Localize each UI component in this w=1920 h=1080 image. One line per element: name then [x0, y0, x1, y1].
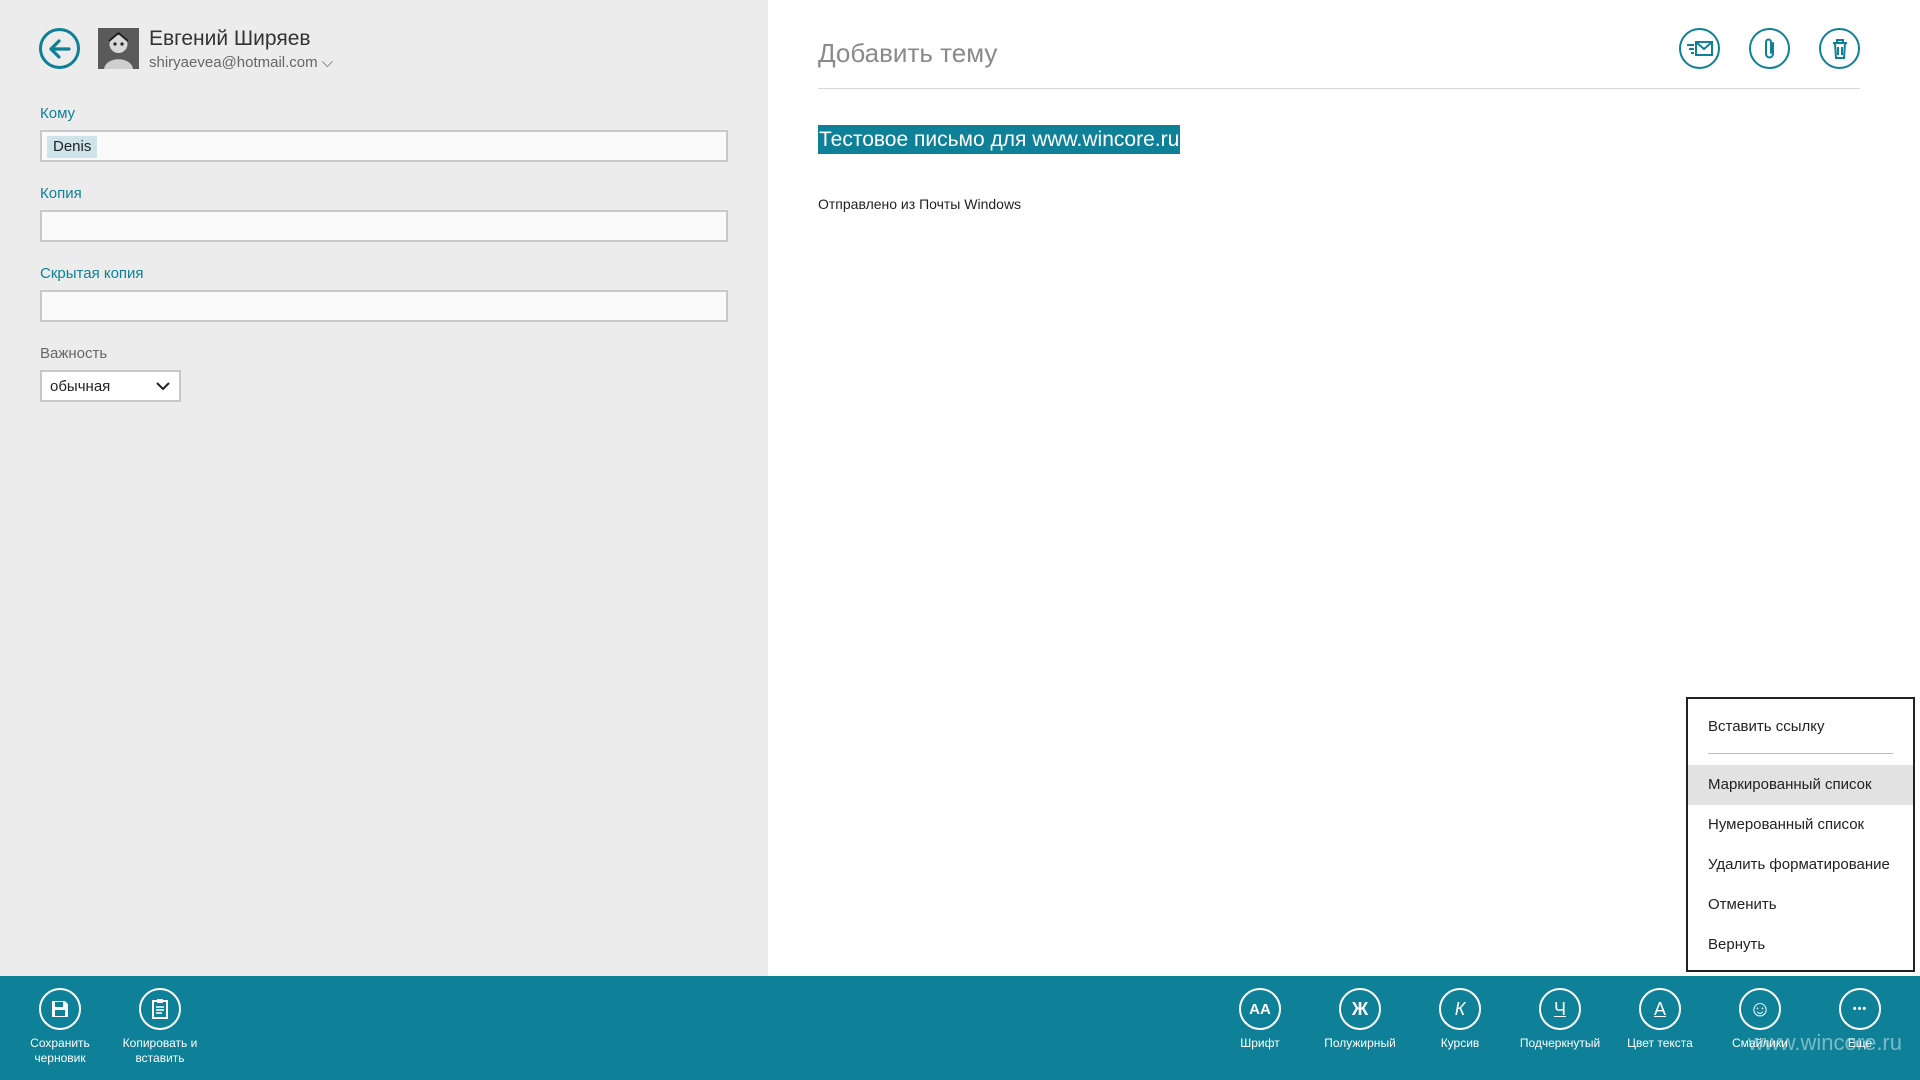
app-bar: Сохранить черновик Копировать и вставить… — [0, 976, 1920, 1080]
underline-button[interactable]: Ч Подчеркнутый — [1508, 988, 1612, 1076]
font-label: Шрифт — [1240, 1036, 1280, 1050]
sender-account-switcher[interactable]: shiryaevea@hotmail.com ⌵ — [149, 54, 333, 71]
chevron-down-icon — [156, 382, 170, 391]
importance-value: обычная — [50, 377, 111, 395]
menu-item-insert-link[interactable]: Вставить ссылку — [1688, 707, 1913, 747]
bold-button[interactable]: Ж Полужирный — [1308, 988, 1412, 1076]
underline-icon: Ч — [1539, 988, 1581, 1030]
smiley-icon: ☺ — [1739, 988, 1781, 1030]
font-icon: AA — [1239, 988, 1281, 1030]
text-color-label: Цвет текста — [1627, 1036, 1693, 1050]
send-icon — [1686, 40, 1713, 56]
to-label: Кому — [40, 105, 76, 122]
menu-separator — [1708, 753, 1893, 754]
importance-label: Важность — [40, 345, 108, 362]
header-pane: Евгений Ширяев shiryaevea@hotmail.com ⌵ К… — [0, 0, 768, 976]
importance-select[interactable]: обычная — [40, 370, 181, 402]
text-color-icon: A — [1639, 988, 1681, 1030]
menu-item-numbered-list[interactable]: Нумерованный список — [1688, 805, 1913, 845]
arrow-left-icon — [48, 38, 71, 59]
bold-icon: Ж — [1339, 988, 1381, 1030]
sender-name: Евгений Ширяев — [149, 27, 311, 50]
attach-button[interactable] — [1749, 28, 1790, 69]
bold-label: Полужирный — [1324, 1036, 1396, 1050]
save-icon — [39, 988, 81, 1030]
clipboard-icon — [139, 988, 181, 1030]
copy-paste-label: Копировать и вставить — [122, 1036, 198, 1065]
italic-label: Курсив — [1440, 1036, 1480, 1050]
save-draft-label: Сохранить черновик — [30, 1036, 90, 1065]
underline-label: Подчеркнутый — [1519, 1036, 1601, 1050]
delete-icon — [1832, 38, 1847, 59]
attach-icon — [1764, 38, 1774, 58]
send-button[interactable] — [1679, 28, 1720, 69]
italic-button[interactable]: К Курсив — [1408, 988, 1512, 1076]
message-body-selected-text[interactable]: Тестовое письмо для www.wincore.ru — [818, 125, 1181, 154]
context-menu: Вставить ссылку Маркированный список Нум… — [1686, 697, 1915, 972]
menu-item-undo[interactable]: Отменить — [1688, 885, 1913, 925]
copy-paste-button[interactable]: Копировать и вставить — [108, 988, 212, 1076]
message-signature[interactable]: Отправлено из Почты Windows — [818, 196, 1021, 212]
chevron-down-icon: ⌵ — [321, 54, 334, 71]
subject-divider — [818, 88, 1860, 89]
subject-input[interactable]: Добавить тему — [818, 38, 997, 69]
delete-button[interactable] — [1819, 28, 1860, 69]
menu-item-redo[interactable]: Вернуть — [1688, 925, 1913, 965]
italic-icon: К — [1439, 988, 1481, 1030]
bcc-field[interactable] — [40, 290, 728, 322]
cc-label: Копия — [40, 185, 82, 202]
avatar — [98, 28, 139, 69]
watermark: www.wincore.ru — [1747, 1030, 1902, 1055]
text-color-button[interactable]: A Цвет текста — [1608, 988, 1712, 1076]
sender-email: shiryaevea@hotmail.com — [149, 54, 318, 71]
cc-field[interactable] — [40, 210, 728, 242]
menu-item-bulleted-list[interactable]: Маркированный список — [1688, 765, 1913, 805]
font-button[interactable]: AA Шрифт — [1208, 988, 1312, 1076]
bcc-label: Скрытая копия — [40, 265, 144, 282]
recipient-chip[interactable]: Denis — [47, 136, 98, 158]
back-button[interactable] — [39, 28, 80, 69]
to-field[interactable]: Denis — [40, 130, 728, 162]
menu-item-clear-formatting[interactable]: Удалить форматирование — [1688, 845, 1913, 885]
save-draft-button[interactable]: Сохранить черновик — [8, 988, 112, 1076]
more-icon: ••• — [1839, 988, 1881, 1030]
